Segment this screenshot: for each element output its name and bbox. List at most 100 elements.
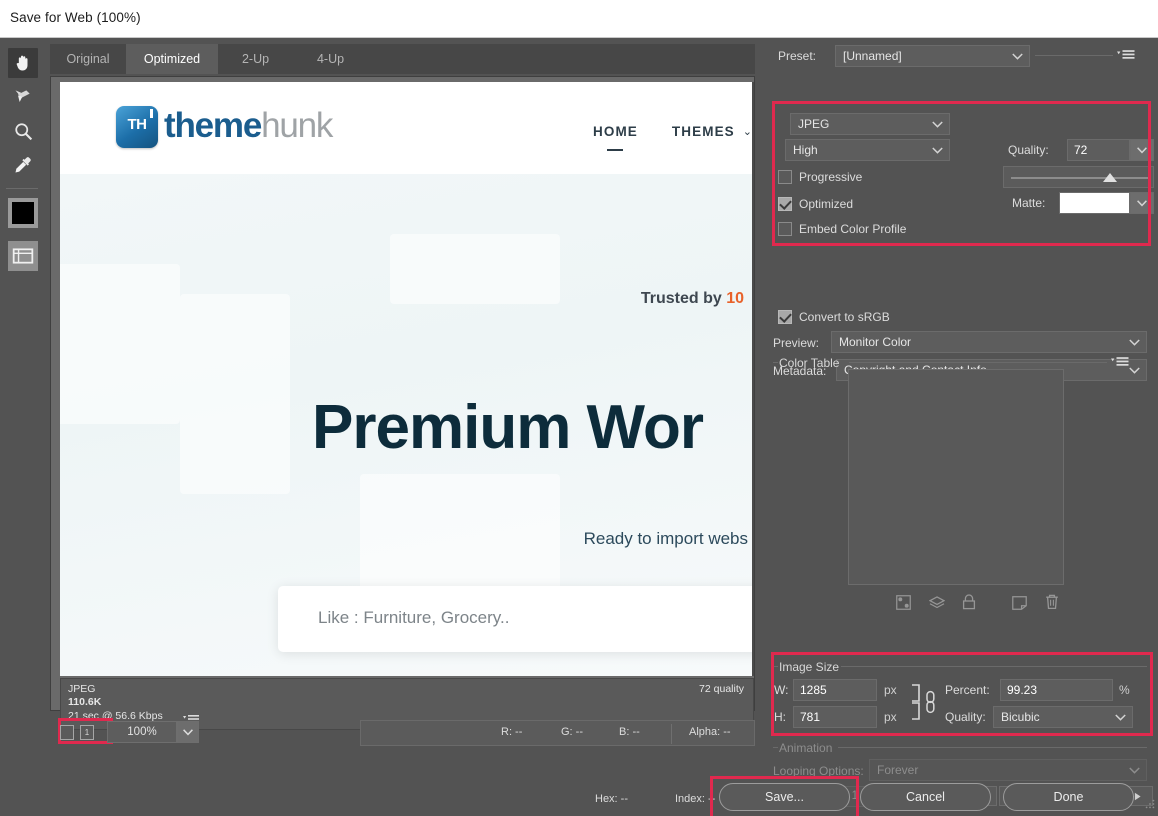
resample-quality-dropdown[interactable]: Bicubic [993, 706, 1133, 728]
map-transparency-icon[interactable] [929, 596, 945, 615]
optimized-image-preview[interactable]: TH themehunk HOME THEMES ⌄ Trusted by 10 [60, 82, 754, 676]
logo-word-theme: theme [164, 106, 261, 145]
optimized-checkbox[interactable] [778, 197, 792, 211]
toggle-slices-visibility-button[interactable] [8, 241, 38, 271]
new-color-icon[interactable] [1012, 596, 1027, 615]
web-shift-icon[interactable] [896, 595, 911, 615]
lock-color-icon[interactable] [962, 594, 976, 615]
trusted-by-text: Trusted by 10 [641, 290, 744, 308]
percent-label: Percent: [945, 683, 990, 697]
view-mode-tabs: Original Optimized 2-Up 4-Up [50, 44, 755, 74]
embed-color-profile-label: Embed Color Profile [799, 222, 906, 236]
looping-options-dropdown: Forever [869, 759, 1147, 781]
preset-dropdown[interactable]: [Unnamed] [835, 45, 1030, 67]
color-readout-panel: R: -- G: -- B: -- Alpha: -- [360, 720, 755, 746]
delete-color-icon[interactable] [1045, 594, 1059, 615]
trusted-prefix: Trusted by [641, 290, 726, 307]
height-unit: px [884, 710, 897, 724]
color-table-swatch-grid[interactable] [848, 369, 1064, 585]
tab-original[interactable]: Original [50, 44, 126, 74]
file-format-dropdown[interactable]: JPEG [790, 113, 950, 135]
zoom-tool[interactable] [8, 116, 38, 146]
preview-frame: TH themehunk HOME THEMES ⌄ Trusted by 10 [50, 76, 755, 711]
mock-site-header: TH themehunk HOME THEMES ⌄ [60, 82, 752, 174]
image-size-title: Image Size [779, 660, 839, 674]
slice-select-icon [13, 87, 33, 107]
preset-label: Preset: [778, 49, 816, 63]
tool-palette [0, 38, 45, 816]
percent-input[interactable]: 99.23 [1000, 679, 1113, 701]
foreground-color-swatch[interactable] [8, 198, 38, 228]
matte-color-swatch[interactable] [1059, 192, 1130, 214]
percent-value: 99.23 [1007, 680, 1037, 700]
readout-alpha: Alpha: -- [689, 726, 731, 738]
select-slice-toggle[interactable] [60, 725, 74, 740]
chevron-down-icon [1137, 147, 1147, 154]
magnifier-icon [13, 121, 34, 142]
mock-site-hero: Trusted by 10 Premium Wor Ready to impor… [60, 174, 752, 676]
preview-color-value: Monitor Color [839, 332, 911, 352]
chevron-down-icon [1137, 200, 1147, 207]
slice-number-toggle[interactable]: 1 [80, 725, 94, 740]
chevron-down-icon [183, 729, 193, 736]
compression-quality-value: High [793, 140, 818, 160]
chevron-down-icon [932, 141, 943, 161]
tab-2up[interactable]: 2-Up [218, 44, 293, 74]
workspace: Original Optimized 2-Up 4-Up TH themehun… [0, 38, 1158, 816]
cancel-button[interactable]: Cancel [860, 783, 991, 811]
readout-hex: Hex: -- [595, 793, 628, 805]
logo-wordmark: themehunk [164, 106, 332, 146]
zoom-level-value[interactable]: 100% [107, 721, 177, 743]
color-table-panel-menu-icon[interactable] [1111, 354, 1129, 372]
preview-color-dropdown[interactable]: Monitor Color [831, 331, 1147, 353]
width-value: 1285 [800, 680, 827, 700]
height-input[interactable]: 781 [793, 706, 877, 728]
optimized-label: Optimized [799, 197, 853, 211]
progressive-checkbox[interactable] [778, 170, 792, 184]
hero-search-box[interactable]: Like : Furniture, Grocery.. [278, 586, 754, 652]
tab-optimized[interactable]: Optimized [126, 44, 218, 74]
quality-input[interactable]: 72 [1067, 139, 1130, 161]
matte-label: Matte: [1012, 196, 1045, 210]
preset-value: [Unnamed] [843, 46, 902, 66]
quality-slider[interactable] [1003, 166, 1154, 188]
nav-item-themes[interactable]: THEMES [672, 124, 735, 139]
slices-visibility-icon [12, 248, 34, 264]
status-bar: 1 100% R: -- G: -- B: -- Alpha: -- [50, 718, 755, 748]
chevron-down-icon [1129, 333, 1140, 353]
themehunk-logo-icon: TH [116, 106, 158, 148]
width-unit: px [884, 683, 897, 697]
zoom-level-dropdown[interactable] [177, 721, 199, 743]
constrain-proportions-link-icon[interactable] [908, 683, 936, 726]
looping-options-value: Forever [877, 760, 918, 780]
embed-color-profile-checkbox[interactable] [778, 222, 792, 236]
quality-slider-thumb[interactable] [1103, 173, 1117, 182]
tab-4up[interactable]: 4-Up [293, 44, 368, 74]
hero-search-placeholder: Like : Furniture, Grocery.. [318, 608, 509, 628]
slice-select-tool[interactable] [8, 82, 38, 112]
save-button[interactable]: Save... [719, 783, 850, 811]
eyedropper-tool[interactable] [8, 150, 38, 180]
hero-subline: Ready to import webs [584, 529, 748, 549]
width-input[interactable]: 1285 [793, 679, 877, 701]
resample-quality-value: Bicubic [1001, 707, 1040, 727]
resample-quality-label: Quality: [945, 710, 986, 724]
quality-value: 72 [1074, 140, 1087, 160]
convert-to-srgb-checkbox[interactable] [778, 310, 792, 324]
preview-color-label: Preview: [773, 336, 819, 350]
nav-item-home[interactable]: HOME [593, 124, 638, 139]
chevron-down-icon [932, 115, 943, 135]
logo-word-hunk: hunk [261, 106, 332, 145]
chevron-down-icon [1012, 47, 1023, 67]
compression-quality-dropdown[interactable]: High [785, 139, 950, 161]
done-button[interactable]: Done [1003, 783, 1134, 811]
hand-icon [13, 53, 33, 73]
color-table-title: Color Table [779, 356, 839, 370]
quality-stepper[interactable] [1130, 139, 1154, 161]
hand-tool[interactable] [8, 48, 38, 78]
resize-grip-icon[interactable] [1145, 796, 1155, 814]
output-filesize-label: 110.6K [68, 696, 101, 708]
preset-panel-menu-icon[interactable] [1117, 47, 1135, 65]
matte-dropdown[interactable] [1130, 192, 1154, 214]
readout-b: B: -- [619, 726, 640, 738]
